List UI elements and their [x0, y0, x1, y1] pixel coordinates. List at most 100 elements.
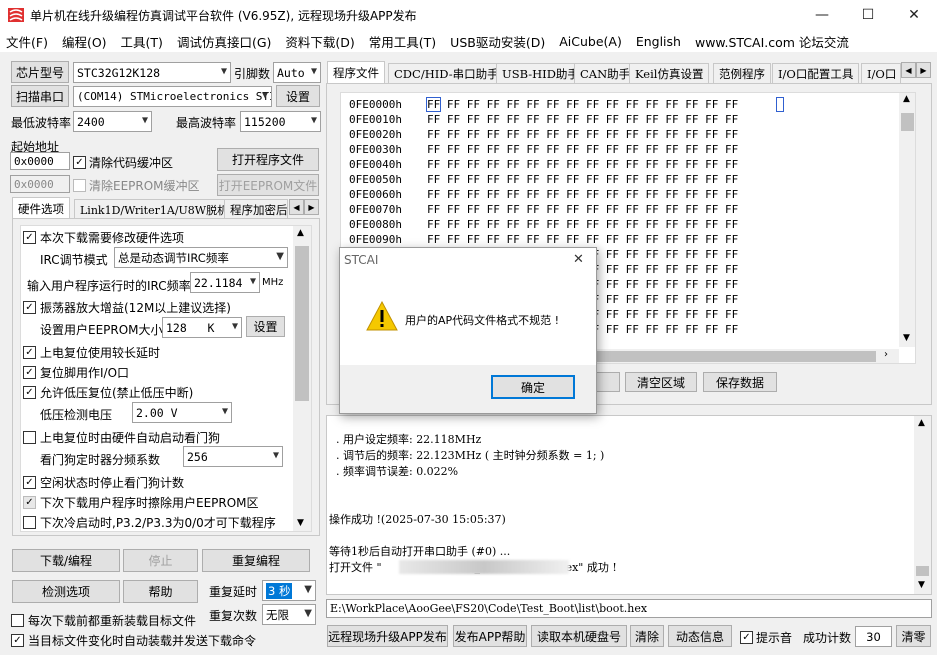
options-scrollbar[interactable]: ▲ ▼	[293, 226, 311, 531]
clear-code-buffer-checkbox[interactable]: ✓ 清除代码缓冲区	[73, 154, 173, 171]
maximize-button[interactable]: ☐	[845, 0, 891, 30]
reset-count-button[interactable]: 清零	[896, 625, 931, 647]
chip-model-button[interactable]: 芯片型号	[11, 61, 69, 83]
error-dialog: STCAI ✕ 用户的AP代码文件格式不规范 ! 确定	[339, 247, 597, 414]
menu-tools[interactable]: 工具(T)	[121, 32, 163, 51]
chip-model-select[interactable]: STC32G12K128 ▼	[73, 62, 231, 83]
menu-english[interactable]: English	[636, 34, 681, 49]
checkbox-unchecked-icon	[11, 614, 24, 627]
eeprom-size-set-button[interactable]: 设置	[246, 316, 285, 337]
file-path-field[interactable]: E:\WorkPlace\AooGee\FS20\Code\Test_Boot\…	[326, 599, 932, 618]
open-eeprom-file-button[interactable]: 打开EEPROM文件	[217, 174, 319, 196]
tab-scroll-left-icon[interactable]: ◀	[901, 62, 916, 78]
sound-label: 提示音	[756, 631, 793, 645]
stop-button[interactable]: 停止	[123, 549, 198, 572]
power-reset-checkbox[interactable]: ✓ 上电复位使用较长延时	[23, 344, 160, 361]
tab-scroll-right-icon[interactable]: ▶	[304, 199, 319, 215]
minimize-button[interactable]: —	[799, 0, 845, 30]
port-settings-button[interactable]: 设置	[276, 85, 320, 107]
menu-usb-driver[interactable]: USB驱动安装(D)	[450, 32, 545, 51]
scroll-down-icon[interactable]: ▼	[297, 518, 304, 528]
eeprom-addr-input[interactable]: 0x0000	[10, 175, 70, 193]
menu-common-tools[interactable]: 常用工具(T)	[369, 32, 436, 51]
auto-reload-checkbox[interactable]: ✓ 当目标文件变化时自动装载并发送下载命令	[11, 632, 256, 649]
reset-io-checkbox[interactable]: ✓ 复位脚用作I/O口	[23, 364, 129, 381]
scroll-thumb[interactable]	[901, 113, 914, 131]
reload-each-label: 每次下载前都重新装载目标文件	[28, 614, 197, 628]
chevron-down-icon: ▼	[310, 115, 317, 126]
tab-hardware-options[interactable]: 硬件选项	[12, 197, 70, 219]
tab-scroll-right-icon[interactable]: ▶	[916, 62, 931, 78]
code-addr-input[interactable]: 0x0000	[10, 152, 70, 170]
tab-examples[interactable]: 范例程序	[713, 63, 771, 83]
menu-aicube[interactable]: AiCube(A)	[559, 34, 622, 49]
log-output[interactable]: . 用户设定频率: 22.118MHz . 调节后的频率: 22.123MHz …	[326, 415, 932, 595]
scroll-down-icon[interactable]: ▼	[918, 580, 925, 590]
reprogram-button[interactable]: 重复编程	[202, 549, 310, 572]
scroll-right-icon[interactable]: ›	[884, 349, 888, 360]
scroll-thumb[interactable]	[295, 246, 309, 401]
dialog-close-icon[interactable]: ✕	[573, 252, 584, 267]
p32-p33-checkbox[interactable]: 下次冷启动时,P3.2/P3.3为0/0才可下载程序	[23, 514, 291, 531]
tab-io-more[interactable]: I/O口	[861, 63, 901, 83]
irc-freq-select[interactable]: 22.1184 ▼	[190, 272, 260, 293]
irc-mode-select[interactable]: 总是动态调节IRC频率 ▼	[114, 247, 288, 268]
clear-eeprom-buffer-checkbox[interactable]: 清除EEPROM缓冲区	[73, 177, 200, 194]
menu-forum[interactable]: www.STCAI.com 论坛交流	[695, 32, 849, 51]
scroll-up-icon[interactable]: ▲	[903, 94, 910, 104]
scroll-up-icon[interactable]: ▲	[918, 418, 925, 428]
log-scrollbar[interactable]: ▲ ▼	[914, 416, 931, 594]
erase-eeprom-checkbox[interactable]: ✓ 下次下载用户程序时擦除用户EEPROM区	[23, 494, 259, 511]
idle-wdt-checkbox[interactable]: ✓ 空闲状态时停止看门狗计数	[23, 474, 184, 491]
tab-scroll-left-icon[interactable]: ◀	[289, 199, 304, 215]
menu-debug[interactable]: 调试仿真接口(G)	[177, 32, 271, 51]
tab-encryption[interactable]: 程序加密后	[224, 199, 288, 219]
tab-program-file[interactable]: 程序文件	[327, 61, 385, 83]
open-program-file-button[interactable]: 打开程序文件	[217, 148, 319, 171]
modify-hw-checkbox[interactable]: ✓ 本次下载需要修改硬件选项	[23, 229, 184, 246]
lvd-value: 2.00 V	[136, 405, 178, 420]
tab-keil-settings[interactable]: Keil仿真设置	[629, 63, 710, 83]
save-data-button[interactable]: 保存数据	[703, 372, 777, 392]
eeprom-size-select[interactable]: 128 K ▼	[162, 317, 242, 338]
scroll-thumb[interactable]	[916, 566, 929, 576]
wdt-div-select[interactable]: 256 ▼	[183, 446, 283, 467]
pin-count-select[interactable]: Auto ▼	[273, 62, 321, 83]
dynamic-info-button[interactable]: 动态信息	[668, 625, 732, 647]
max-baud-select[interactable]: 115200 ▼	[240, 111, 321, 132]
dialog-ok-button[interactable]: 确定	[491, 375, 575, 399]
tab-cdc-hid-serial[interactable]: CDC/HID-串口助手	[388, 63, 505, 83]
modify-hw-label: 本次下载需要修改硬件选项	[40, 231, 185, 245]
menu-program[interactable]: 编程(O)	[62, 32, 107, 51]
repeat-delay-select[interactable]: 3 秒 ▼	[262, 580, 316, 601]
scroll-down-icon[interactable]: ▼	[903, 333, 910, 343]
scan-port-button[interactable]: 扫描串口	[11, 85, 69, 107]
osc-gain-checkbox[interactable]: ✓ 振荡器放大增益(12M以上建议选择)	[23, 299, 231, 316]
tab-usb-hid[interactable]: USB-HID助手	[496, 63, 585, 83]
wdt-auto-checkbox[interactable]: 上电复位时由硬件自动启动看门狗	[23, 429, 220, 446]
close-button[interactable]: ✕	[891, 0, 937, 30]
read-disk-id-button[interactable]: 读取本机硬盘号	[531, 625, 627, 647]
lvd-select[interactable]: 2.00 V ▼	[132, 402, 232, 423]
hex-vscrollbar[interactable]: ▲ ▼	[899, 93, 915, 347]
repeat-count-select[interactable]: 无限 ▼	[262, 604, 316, 625]
check-options-button[interactable]: 检测选项	[12, 580, 120, 603]
tab-io-config[interactable]: I/O口配置工具	[772, 63, 860, 83]
sound-checkbox[interactable]: ✓ 提示音	[740, 629, 792, 646]
scroll-up-icon[interactable]: ▲	[297, 228, 304, 238]
lvd-reset-checkbox[interactable]: ✓ 允许低压复位(禁止低压中断)	[23, 384, 193, 401]
min-baud-select[interactable]: 2400 ▼	[73, 111, 152, 132]
tab-offline-programmer[interactable]: Link1D/Writer1A/U8W脱机	[74, 199, 235, 219]
help-button[interactable]: 帮助	[123, 580, 198, 603]
remote-upgrade-publish-button[interactable]: 远程现场升级APP发布	[327, 625, 448, 647]
clear-log-button[interactable]: 清除	[630, 625, 664, 647]
chip-model-value: STC32G12K128	[77, 65, 161, 80]
menu-file[interactable]: 文件(F)	[6, 32, 48, 51]
download-program-button[interactable]: 下载/编程	[12, 549, 120, 572]
tab-can[interactable]: CAN助手	[574, 63, 637, 83]
clear-buffer-button[interactable]: 清空区域	[625, 372, 697, 392]
reload-each-checkbox[interactable]: 每次下载前都重新装载目标文件	[11, 612, 196, 629]
publish-app-help-button[interactable]: 发布APP帮助	[453, 625, 527, 647]
port-select[interactable]: (COM14) STMicroelectronics STI ▼	[73, 86, 272, 107]
menu-download[interactable]: 资料下载(D)	[285, 32, 354, 51]
